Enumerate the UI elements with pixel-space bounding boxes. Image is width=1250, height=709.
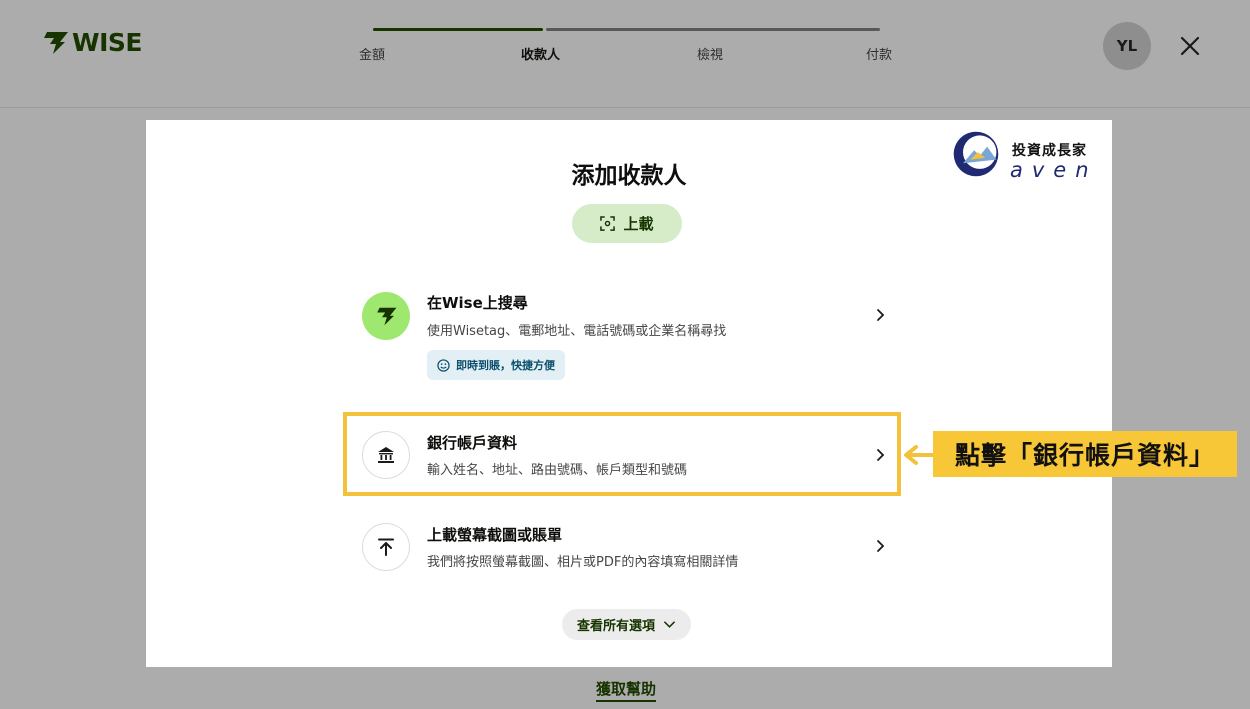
user-avatar[interactable]: YL xyxy=(1103,22,1151,70)
upload-arrow-icon xyxy=(362,523,410,571)
option-description: 使用Wisetag、電郵地址、電話號碼或企業名稱尋找 xyxy=(427,324,727,339)
logo-text: WISE xyxy=(72,28,142,57)
progress-stepper: 金額 收款人 檢視 付款 xyxy=(335,28,895,68)
upload-label: 上載 xyxy=(623,215,654,233)
get-help-link[interactable]: 獲取幫助 xyxy=(596,678,657,702)
top-header: WISE 金額 收款人 檢視 付款 YL xyxy=(0,0,1250,108)
view-all-label: 查看所有選項 xyxy=(576,619,655,634)
option-description: 我們將按照螢幕截圖、相片或PDF的內容填寫相關詳情 xyxy=(427,555,739,570)
step-amount[interactable]: 金額 xyxy=(359,44,385,63)
step-pay: 付款 xyxy=(866,48,893,63)
wise-logo-icon xyxy=(362,292,410,340)
progress-bar-done xyxy=(373,28,543,31)
option-title: 在Wise上搜尋 xyxy=(427,294,528,312)
badge-text: 即時到賬，快捷方便 xyxy=(456,359,555,372)
close-icon[interactable] xyxy=(1176,32,1204,60)
smile-icon xyxy=(437,358,450,372)
instant-transfer-badge: 即時到賬，快捷方便 xyxy=(427,350,565,380)
progress-bar-remaining xyxy=(546,28,880,31)
step-recipient[interactable]: 收款人 xyxy=(521,44,560,63)
wise-logo[interactable]: WISE xyxy=(40,28,142,57)
chevron-right-icon xyxy=(877,309,885,321)
dialog-title: 添加收款人 xyxy=(571,163,687,189)
wise-flag-icon xyxy=(44,31,68,54)
add-recipient-dialog: 投資成長家 aven 添加收款人 上載 在Wise上搜尋 使用Wisetag、電… xyxy=(146,120,1112,667)
view-all-options-button[interactable]: 查看所有選項 xyxy=(562,609,691,640)
annotation-highlight-box xyxy=(343,412,901,496)
step-review: 檢視 xyxy=(697,48,724,63)
annotation-callout: 點擊「銀行帳戶資料」 xyxy=(933,431,1237,477)
scan-icon xyxy=(600,216,616,231)
chevron-right-icon xyxy=(877,540,885,552)
chevron-down-icon xyxy=(664,621,675,628)
option-search-wise[interactable]: 在Wise上搜尋 使用Wisetag、電郵地址、電話號碼或企業名稱尋找 即時到賬… xyxy=(346,288,896,393)
option-upload-screenshot[interactable]: 上載螢幕截圖或賬單 我們將按照螢幕截圖、相片或PDF的內容填寫相關詳情 xyxy=(346,514,896,584)
option-title: 上載螢幕截圖或賬單 xyxy=(427,526,563,544)
upload-button[interactable]: 上載 xyxy=(572,204,682,243)
